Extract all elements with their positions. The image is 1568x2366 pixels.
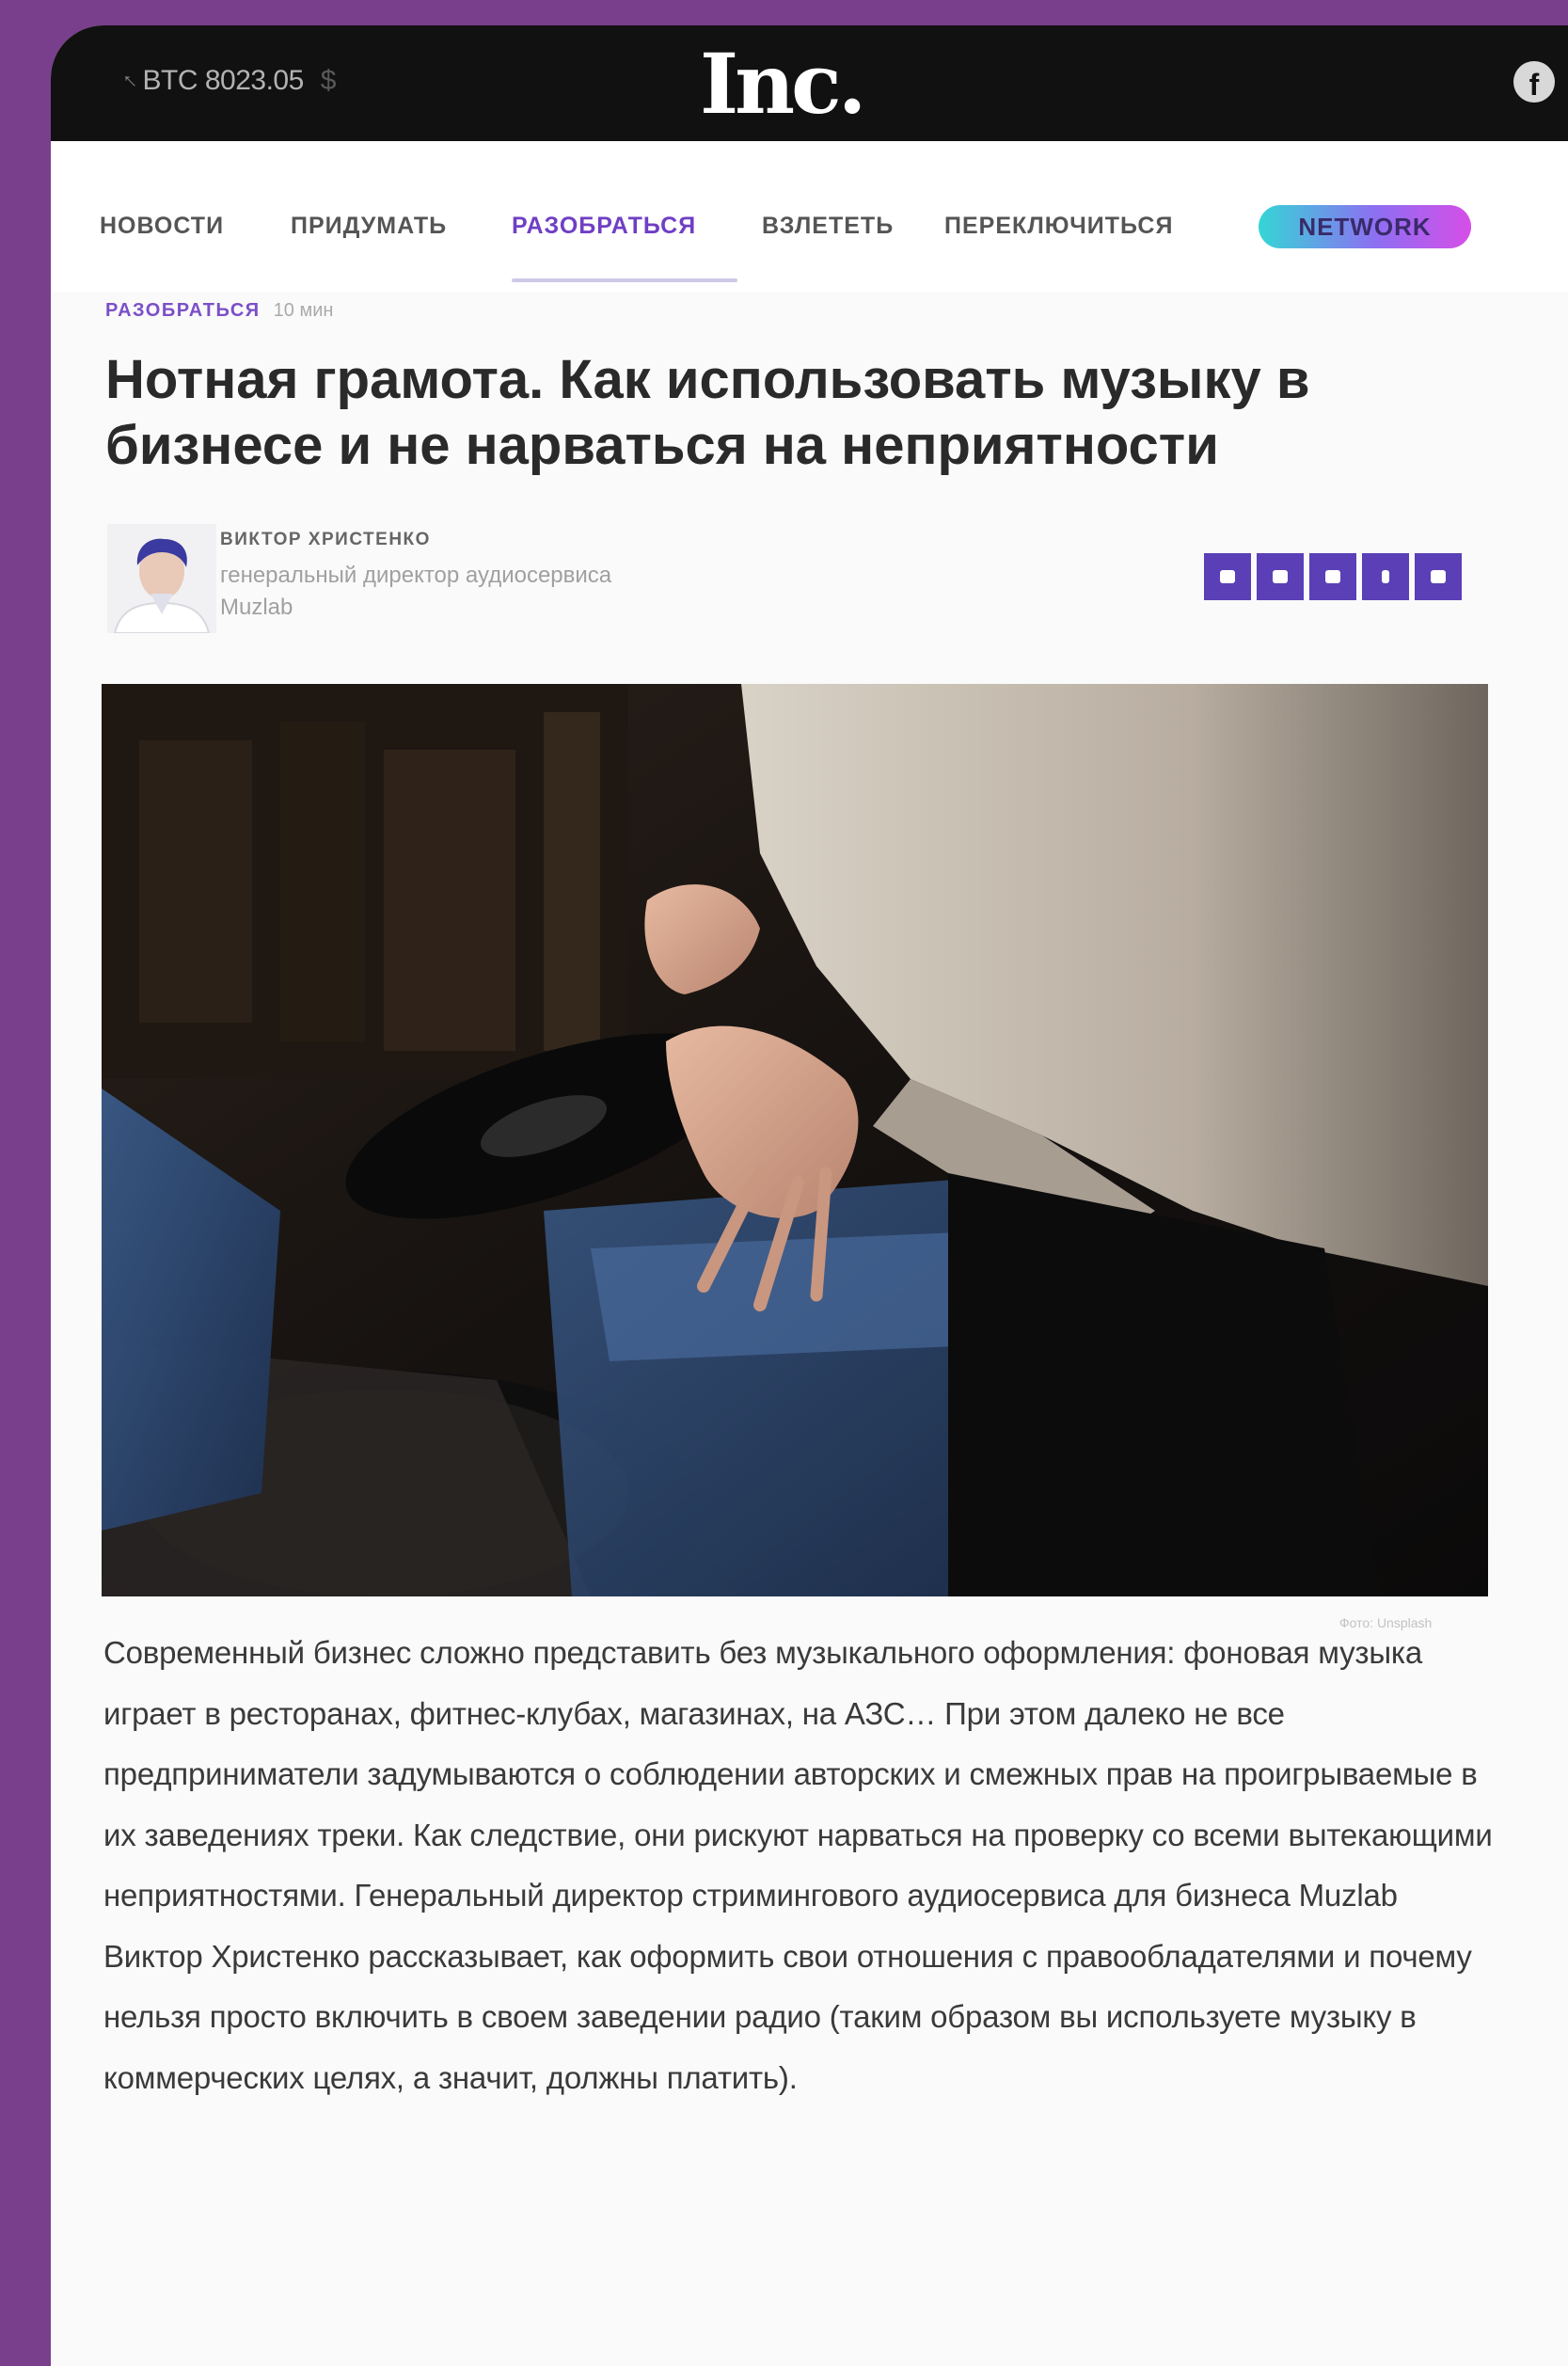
article-photo — [102, 684, 1488, 1596]
trend-arrow-icon: ↑ — [116, 68, 143, 94]
facebook-share-icon[interactable] — [1415, 553, 1462, 600]
author-avatar[interactable] — [107, 524, 216, 633]
nav-item-switch[interactable]: ПЕРЕКЛЮЧИТЬСЯ — [944, 213, 1173, 240]
network-button[interactable]: NETWORK — [1259, 205, 1471, 248]
browser-window: ↑ BTC 8023.05 $ Inc. f НОВОСТИ ПРИДУМАТЬ… — [51, 25, 1568, 2366]
category-label[interactable]: РАЗОБРАТЬСЯ — [105, 300, 261, 321]
facebook-icon[interactable]: f — [1513, 61, 1555, 103]
btc-ticker[interactable]: ↑ BTC 8023.05 $ — [117, 65, 337, 97]
main-nav: НОВОСТИ ПРИДУМАТЬ РАЗОБРАТЬСЯ ВЗЛЕТЕТЬ П… — [51, 141, 1568, 292]
network-label: NETWORK — [1298, 212, 1432, 241]
top-bar: ↑ BTC 8023.05 $ Inc. f — [51, 25, 1568, 141]
twitter-icon[interactable] — [1204, 553, 1251, 600]
ticker-currency: $ — [320, 65, 337, 96]
nav-item-news[interactable]: НОВОСТИ — [100, 213, 224, 240]
vk-icon[interactable] — [1257, 553, 1304, 600]
ticker-value: BTC 8023.05 — [142, 65, 305, 96]
article-headline: Нотная грамота. Как использовать музыку … — [105, 349, 1310, 476]
inc-logo[interactable]: Inc. — [700, 31, 866, 136]
share-buttons — [1204, 553, 1462, 600]
nav-item-take-off[interactable]: ВЗЛЕТЕТЬ — [762, 213, 894, 240]
telegram-icon[interactable] — [1309, 553, 1356, 600]
read-time: 10 мин — [273, 300, 334, 321]
active-tab-indicator — [512, 278, 737, 282]
mail-icon[interactable] — [1362, 553, 1409, 600]
screenshot-frame: ↑ BTC 8023.05 $ Inc. f НОВОСТИ ПРИДУМАТЬ… — [0, 0, 1568, 2366]
nav-item-figure-out[interactable]: РАЗОБРАТЬСЯ — [512, 213, 696, 240]
article-category[interactable]: РАЗОБРАТЬСЯ 10 мин — [105, 300, 333, 322]
author-name[interactable]: ВИКТОР ХРИСТЕНКО — [220, 530, 431, 550]
article-lead: Современный бизнес сложно представить бе… — [103, 1635, 1493, 2095]
author-role: генеральный директор аудиосервиса Muzlab — [220, 563, 612, 620]
nav-item-invent[interactable]: ПРИДУМАТЬ — [291, 213, 447, 240]
